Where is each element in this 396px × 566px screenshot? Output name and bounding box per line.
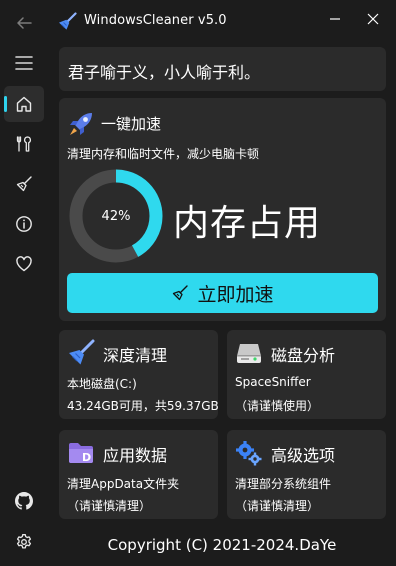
info-icon (16, 216, 32, 232)
speedup-now-button[interactable]: 立即加速 (67, 273, 378, 313)
speedup-card: 一键加速 清理内存和临时文件，减少电脑卡顿 42% 内存占用 立即加速 (59, 98, 386, 321)
window-title: WindowsCleaner v5.0 (84, 13, 227, 28)
app-window: WindowsCleaner v5.0 君子喻于义，小人喻于利。 一键加速 清理… (0, 0, 396, 566)
close-icon (367, 13, 379, 25)
title-bar: WindowsCleaner v5.0 (48, 0, 396, 44)
navigation-rail (0, 0, 48, 566)
advanced-options-title: 高级选项 (271, 446, 336, 465)
heart-icon (16, 256, 32, 272)
menu-toggle-button[interactable] (4, 45, 44, 81)
settings-gear-icon (16, 534, 32, 549)
disk-analysis-warning: （请谨慎使用） (235, 399, 320, 413)
deep-clean-drive: 本地磁盘(C:) (67, 377, 137, 391)
settings-button[interactable] (4, 524, 44, 560)
broom-icon (16, 176, 32, 192)
quote-text: 君子喻于义，小人喻于利。 (68, 63, 261, 82)
speedup-button-label: 立即加速 (197, 283, 274, 306)
svg-text:D: D (82, 451, 91, 464)
gears-icon (236, 441, 262, 466)
app-logo-broom-icon (59, 12, 77, 30)
minimize-icon (330, 18, 340, 20)
folder-d-icon: D (69, 443, 93, 464)
disk-analysis-tool: SpaceSniffer (235, 375, 311, 389)
nav-item-tools[interactable] (4, 126, 44, 162)
deep-clean-tile[interactable]: 深度清理 本地磁盘(C:) 43.24GB可用，共59.37GB (59, 330, 219, 419)
disk-analysis-tile[interactable]: 磁盘分析 SpaceSniffer （请谨慎使用） (227, 330, 386, 419)
memory-usage-label: 内存占用 (173, 203, 322, 244)
close-button[interactable] (358, 6, 388, 32)
deep-clean-title: 深度清理 (103, 346, 168, 365)
nav-item-clean[interactable] (4, 166, 44, 202)
app-data-description: 清理AppData文件夹 (67, 477, 180, 491)
github-icon (15, 492, 33, 510)
rocket-icon (70, 113, 92, 135)
quote-card: 君子喻于义，小人喻于利。 (59, 47, 386, 91)
advanced-options-description: 清理部分系统组件 (235, 477, 332, 491)
back-arrow-icon (17, 17, 32, 29)
tools-icon (16, 136, 31, 152)
disk-analysis-title: 磁盘分析 (271, 346, 336, 365)
home-icon (16, 96, 32, 112)
nav-item-support[interactable] (4, 246, 44, 282)
memory-usage-ring: 42% (67, 167, 163, 265)
back-button[interactable] (4, 5, 44, 41)
app-data-warning: （请谨慎清理） (67, 499, 152, 513)
minimize-button[interactable] (320, 6, 350, 32)
speedup-description: 清理内存和临时文件，减少电脑卡顿 (67, 147, 260, 161)
nav-item-about[interactable] (4, 206, 44, 242)
advanced-options-tile[interactable]: 高级选项 清理部分系统组件 （请谨慎清理） (227, 430, 386, 519)
app-data-title: 应用数据 (103, 446, 168, 465)
copyright-footer: Copyright (C) 2021-2024.DaYe (107, 536, 337, 554)
hamburger-menu-icon (15, 56, 33, 70)
hard-drive-icon (237, 344, 261, 363)
nav-item-home[interactable] (4, 86, 44, 122)
deep-clean-space: 43.24GB可用，共59.37GB (67, 399, 219, 413)
github-link[interactable] (4, 483, 44, 519)
memory-percent: 42% (101, 208, 131, 224)
broom-icon (173, 285, 189, 301)
advanced-options-warning: （请谨慎清理） (235, 499, 320, 513)
broom-icon (69, 339, 95, 365)
speedup-title: 一键加速 (101, 115, 162, 133)
app-data-tile[interactable]: D 应用数据 清理AppData文件夹 （请谨慎清理） (59, 430, 218, 519)
